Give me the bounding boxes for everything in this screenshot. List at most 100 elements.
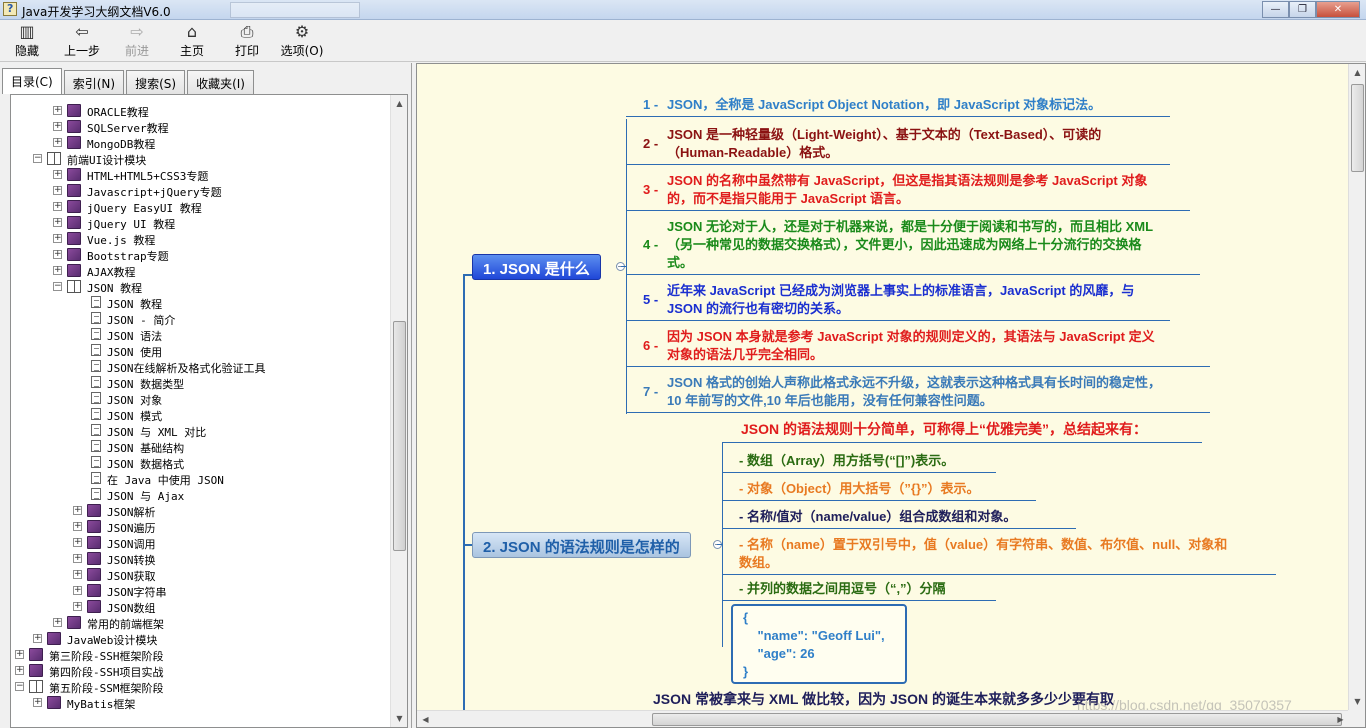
tab-favorites[interactable]: 收藏夹(I) (187, 70, 254, 94)
home-button[interactable]: ⌂ 主页 (175, 22, 209, 60)
tree-item[interactable]: + JSON解析 (11, 503, 391, 519)
syntax-rule-item[interactable]: - 名称（name）置于双引号中，值（value）有字符串、数值、布尔值、nul… (739, 536, 1259, 572)
hide-button[interactable]: ▥ 隐藏 (10, 22, 44, 60)
expand-icon[interactable]: + (15, 650, 24, 659)
expand-icon[interactable]: + (73, 506, 82, 515)
tree-item[interactable]: + Javascript+jQuery专题 (11, 183, 391, 199)
tree-scroll-thumb[interactable] (393, 321, 406, 551)
expand-icon[interactable]: + (73, 602, 82, 611)
syntax-rules-intro[interactable]: JSON 的语法规则十分简单，可称得上“优雅完美”，总结起来有： (741, 420, 1147, 438)
content-scroll-thumb[interactable] (1351, 84, 1364, 172)
expand-icon[interactable]: + (33, 634, 42, 643)
tree-item[interactable]: + 第三阶段-SSH框架阶段 (11, 647, 391, 663)
topic-node-1[interactable]: 1. JSON 是什么 (472, 254, 601, 280)
tree-item[interactable]: + HTML+HTML5+CSS3专题 (11, 167, 391, 183)
expand-icon[interactable]: + (53, 250, 62, 259)
content-hscroll-thumb[interactable] (652, 713, 1342, 726)
expand-icon[interactable]: + (53, 122, 62, 131)
tree-item[interactable]: JSON 使用 (11, 343, 391, 359)
tree-item[interactable]: + Bootstrap专题 (11, 247, 391, 263)
expand-icon[interactable]: + (15, 666, 24, 675)
expand-icon[interactable]: + (53, 234, 62, 243)
expand-icon[interactable]: + (33, 698, 42, 707)
expand-icon[interactable]: + (53, 202, 62, 211)
collapse-icon[interactable]: − (15, 682, 24, 691)
collapse-icon[interactable]: − (53, 282, 62, 291)
expand-icon[interactable]: + (73, 554, 82, 563)
back-button[interactable]: ⇦ 上一步 (60, 22, 104, 60)
tree-item[interactable]: JSON 与 Ajax (11, 487, 391, 503)
expand-icon[interactable]: + (53, 170, 62, 179)
print-button[interactable]: ⎙ 打印 (230, 22, 264, 60)
content-horizontal-scrollbar[interactable]: ◀ ▶ (417, 710, 1349, 727)
expand-icon[interactable]: + (73, 586, 82, 595)
syntax-rule-item[interactable]: - 对象（Object）用大括号（”{}”）表示。 (739, 480, 1259, 498)
tree-item[interactable]: − JSON 教程 (11, 279, 391, 295)
json-fact-item[interactable]: 6 - 因为 JSON 本身就是参考 JavaScript 对象的规则定义的，其语… (643, 328, 1183, 364)
tree-item[interactable]: + MyBatis框架 (11, 695, 391, 711)
expand-icon[interactable]: + (73, 570, 82, 579)
expand-icon[interactable]: + (53, 186, 62, 195)
json-fact-item[interactable]: 4 - JSON 无论对于人，还是对于机器来说，都是十分便于阅读和书写的，而且相比… (643, 218, 1183, 272)
restore-button[interactable]: ❐ (1289, 1, 1316, 18)
tree-item[interactable]: + SQLServer教程 (11, 119, 391, 135)
tab-search[interactable]: 搜索(S) (126, 70, 186, 94)
topic-node-2[interactable]: 2. JSON 的语法规则是怎样的 (472, 532, 691, 558)
tree-item[interactable]: JSON 数据格式 (11, 455, 391, 471)
tab-index[interactable]: 索引(N) (63, 70, 125, 94)
json-fact-item[interactable]: 3 - JSON 的名称中虽然带有 JavaScript，但这是指其语法规则是参考… (643, 172, 1183, 208)
collapse-icon[interactable]: − (33, 154, 42, 163)
tree-item[interactable]: + ORACLE教程 (11, 103, 391, 119)
tree-item[interactable]: + Vue.js 教程 (11, 231, 391, 247)
tree-item[interactable]: + JavaWeb设计模块 (11, 631, 391, 647)
syntax-rule-item[interactable]: - 数组（Array）用方括号(“[]”)表示。 (739, 452, 1259, 470)
tree-item[interactable]: + JSON数组 (11, 599, 391, 615)
tree-item[interactable]: JSON - 简介 (11, 311, 391, 327)
tree-item[interactable]: + JSON遍历 (11, 519, 391, 535)
syntax-rule-item[interactable]: - 名称/值对（name/value）组合成数组和对象。 (739, 508, 1259, 526)
expand-icon[interactable]: + (53, 266, 62, 275)
expand-icon[interactable]: + (53, 138, 62, 147)
expand-icon[interactable]: + (73, 522, 82, 531)
tree-item[interactable]: 在 Java 中使用 JSON (11, 471, 391, 487)
tree-item[interactable]: + JSON转换 (11, 551, 391, 567)
json-fact-item[interactable]: 2 - JSON 是一种轻量级（Light-Weight）、基于文本的（Text-… (643, 126, 1183, 162)
content-vertical-scrollbar[interactable]: ▲ ▼ (1348, 64, 1365, 710)
tree-item[interactable]: − 前端UI设计模块 (11, 151, 391, 167)
tree-item[interactable]: JSON 基础结构 (11, 439, 391, 455)
json-fact-item[interactable]: 5 - 近年来 JavaScript 已经成为浏览器上事实上的标准语言，JavaS… (643, 282, 1183, 318)
forward-button[interactable]: ⇨ 前进 (120, 22, 154, 60)
syntax-rule-item[interactable]: - 并列的数据之间用逗号（“,”）分隔 (739, 580, 1259, 598)
tree-item[interactable]: + JSON调用 (11, 535, 391, 551)
tree-item[interactable]: + MongoDB教程 (11, 135, 391, 151)
tree-item[interactable]: − 第五阶段-SSM框架阶段 (11, 679, 391, 695)
tree-item[interactable]: JSON 与 XML 对比 (11, 423, 391, 439)
tree-item[interactable]: JSON 对象 (11, 391, 391, 407)
tree-item[interactable]: JSON 模式 (11, 407, 391, 423)
close-button[interactable]: ✕ (1316, 1, 1360, 18)
scroll-down-arrow-icon[interactable]: ▼ (391, 710, 407, 727)
tree-item[interactable]: JSON 教程 (11, 295, 391, 311)
scroll-down-arrow-icon[interactable]: ▼ (1349, 693, 1365, 710)
json-fact-item[interactable]: 7 - JSON 格式的创始人声称此格式永远不升级，这就表示这种格式具有长时间的稳… (643, 374, 1183, 410)
tree-item[interactable]: + jQuery UI 教程 (11, 215, 391, 231)
scroll-right-arrow-icon[interactable]: ▶ (1332, 711, 1349, 727)
tree-item[interactable]: JSON 数据类型 (11, 375, 391, 391)
tree-item[interactable]: + JSON字符串 (11, 583, 391, 599)
tree-item[interactable]: + JSON获取 (11, 567, 391, 583)
tab-contents[interactable]: 目录(C) (2, 68, 62, 94)
scroll-left-arrow-icon[interactable]: ◀ (417, 711, 434, 727)
options-button[interactable]: ⚙ 选项(O) (278, 22, 326, 60)
tree-scrollbar[interactable]: ▲ ▼ (390, 95, 407, 727)
tree-item[interactable]: + 常用的前端框架 (11, 615, 391, 631)
json-fact-item[interactable]: 1 - JSON，全称是 JavaScript Object Notation，即… (643, 96, 1183, 114)
scroll-up-arrow-icon[interactable]: ▲ (1349, 64, 1365, 81)
tree-item[interactable]: JSON在线解析及格式化验证工具 (11, 359, 391, 375)
minimize-button[interactable]: — (1262, 1, 1289, 18)
expand-icon[interactable]: + (53, 218, 62, 227)
tree-item[interactable]: + 第四阶段-SSH项目实战 (11, 663, 391, 679)
expand-icon[interactable]: + (73, 538, 82, 547)
tree-item[interactable]: + AJAX教程 (11, 263, 391, 279)
tree-item[interactable]: JSON 语法 (11, 327, 391, 343)
scroll-up-arrow-icon[interactable]: ▲ (391, 95, 407, 112)
